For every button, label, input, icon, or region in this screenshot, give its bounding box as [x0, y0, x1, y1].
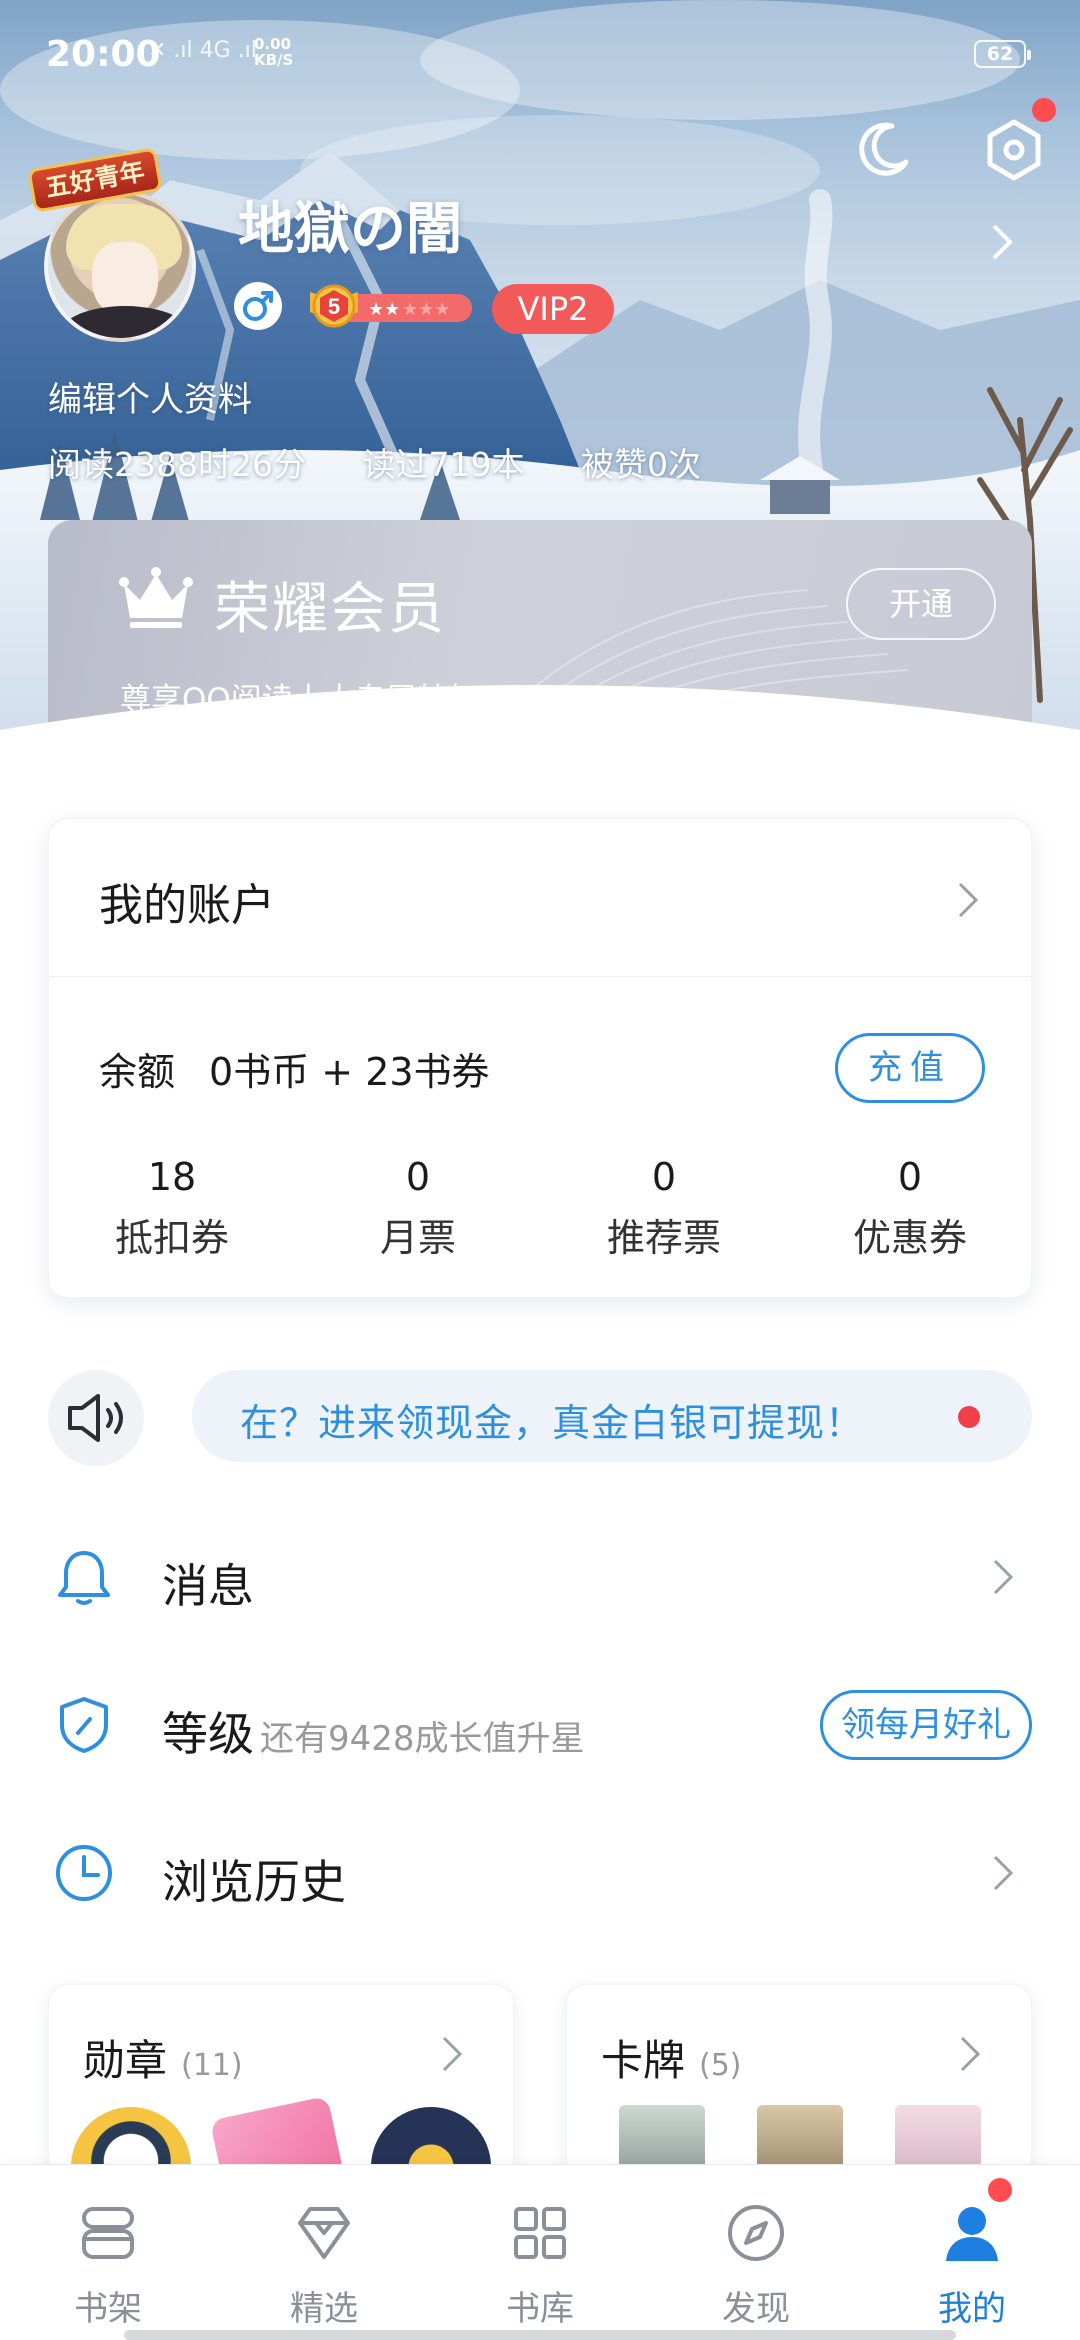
ticket-name: 优惠券	[852, 1216, 967, 1260]
settings-icon[interactable]	[982, 118, 1046, 182]
person-icon	[946, 2207, 998, 2261]
likes-count: 被赞0次	[580, 445, 701, 484]
bookshelf-icon	[82, 2207, 134, 2259]
books-read: 读过719本	[362, 445, 525, 484]
balance-label: 余额	[99, 1050, 176, 1094]
edit-profile-link[interactable]: 编辑个人资料	[48, 372, 252, 421]
crown-icon	[119, 567, 193, 628]
network-speed: 0.00 KB/S	[254, 36, 293, 68]
balance: 余额 0书币 + 23书券	[99, 1041, 490, 1096]
shield-icon	[60, 1697, 108, 1753]
profile-header: 20:00 ✕ .ıl 4G .ıl 0.00 KB/S 62 五好青年 地獄の…	[0, 0, 1080, 760]
tab-label: 书架	[74, 2289, 142, 2329]
chevron-right-icon[interactable]	[990, 222, 1014, 262]
chevron-right-icon	[442, 2036, 463, 2072]
level-number: 5	[328, 294, 340, 319]
tab-label: 精选	[290, 2289, 358, 2329]
ticket-monthly[interactable]: 0 月票	[295, 1155, 541, 1275]
tab-label: 发现	[722, 2289, 790, 2329]
home-indicator[interactable]	[124, 2330, 956, 2340]
promo-text: 在？进来领现金，真金白银可提现！	[240, 1401, 865, 1445]
account-title: 我的账户	[99, 880, 275, 931]
membership-title: 荣耀会员	[214, 577, 446, 642]
tab-label: 我的	[938, 2289, 1006, 2329]
chevron-right-icon	[960, 2036, 981, 2072]
ticket-name: 月票	[379, 1216, 456, 1260]
grid-icon	[514, 2207, 566, 2259]
settings-notification-dot	[1032, 98, 1056, 122]
ticket-deduction[interactable]: 18 抵扣券	[49, 1155, 295, 1275]
night-mode-icon[interactable]	[852, 118, 914, 180]
level-hint: 还有9428成长值升星	[260, 1719, 585, 1759]
avatar-coat	[58, 306, 192, 338]
ticket-recommend[interactable]: 0 推荐票	[541, 1155, 787, 1275]
ticket-value: 0	[405, 1155, 431, 1199]
ticket-name: 抵扣券	[114, 1216, 229, 1260]
ticket-name: 推荐票	[606, 1216, 721, 1260]
diamond-icon	[298, 2207, 350, 2259]
ticket-stats: 18 抵扣券 0 月票 0 推荐票 0 优惠券	[49, 1155, 1033, 1275]
avatar-face	[92, 242, 158, 316]
open-membership-button[interactable]: 开通	[846, 568, 996, 640]
clock-icon	[56, 1845, 112, 1901]
tab-discover[interactable]: 发现	[648, 2165, 864, 2340]
network-speed-unit: KB/S	[254, 51, 294, 69]
svg-text:★★★: ★★★	[402, 299, 450, 320]
cards-count: (5)	[699, 2048, 742, 2083]
profile-page: 20:00 ✕ .ıl 4G .ıl 0.00 KB/S 62 五好青年 地獄の…	[0, 0, 1080, 2340]
chevron-right-icon	[993, 1559, 1014, 1595]
monthly-gift-button[interactable]: 领每月好礼	[820, 1690, 1032, 1760]
cash-promo-banner[interactable]: 在？进来领现金，真金白银可提现！	[192, 1370, 1032, 1462]
speaker-icon[interactable]	[48, 1370, 144, 1466]
ticket-value: 0	[897, 1155, 923, 1199]
male-gender-icon	[234, 282, 282, 330]
status-bar: 20:00 ✕ .ıl 4G .ıl 0.00 KB/S 62	[0, 0, 1080, 110]
tab-mine[interactable]: 我的	[864, 2165, 1080, 2340]
svg-text:★★: ★★	[368, 299, 400, 320]
level-badge[interactable]: 5 ★★ ★★★	[306, 278, 476, 334]
header-curve	[0, 685, 1080, 760]
ticket-value: 0	[651, 1155, 677, 1199]
account-card: 我的账户 余额 0书币 + 23书券 充值 18 抵扣券 0 月票 0 推荐票 0	[48, 818, 1033, 1298]
bell-icon	[58, 1551, 110, 1605]
promo-red-dot	[958, 1406, 980, 1428]
chevron-right-icon	[958, 882, 979, 918]
avatar[interactable]	[44, 190, 196, 342]
battery-icon: 62	[974, 40, 1031, 68]
medals-count: (11)	[181, 2048, 243, 2083]
vip-badge[interactable]: VIP2	[492, 284, 614, 334]
tab-bookshelf[interactable]: 书架	[0, 2165, 216, 2340]
menu-history[interactable]: 浏览历史	[0, 1808, 1080, 1938]
status-time: 20:00	[46, 34, 161, 75]
cards-label: 卡牌	[601, 2036, 686, 2085]
bottom-tab-bar: 书架 精选 书库 发现 我的	[0, 2164, 1080, 2340]
reading-time: 阅读2388时26分	[48, 445, 306, 484]
ticket-coupon[interactable]: 0 优惠券	[787, 1155, 1033, 1275]
medals-label: 勋章	[83, 2036, 168, 2085]
recharge-button[interactable]: 充值	[835, 1033, 985, 1103]
my-account-row[interactable]: 我的账户	[49, 819, 1033, 977]
tab-library[interactable]: 书库	[432, 2165, 648, 2340]
chevron-right-icon	[993, 1855, 1014, 1891]
menu-level[interactable]: 等级 还有9428成长值升星 领每月好礼	[0, 1660, 1080, 1790]
medals-title: 勋章 (11)	[83, 2027, 243, 2088]
tab-featured[interactable]: 精选	[216, 2165, 432, 2340]
tab-label: 书库	[506, 2289, 574, 2329]
menu-messages[interactable]: 消息	[0, 1512, 1080, 1642]
level-label: 等级	[162, 1707, 254, 1761]
menu-label: 消息	[162, 1559, 254, 1613]
tab-mine-notification-dot	[988, 2178, 1012, 2202]
ticket-value: 18	[147, 1155, 197, 1199]
cards-title: 卡牌 (5)	[601, 2027, 742, 2088]
reading-stats: 阅读2388时26分 读过719本 被赞0次	[48, 438, 747, 486]
signal-icon: ✕ .ıl 4G .ıl	[148, 38, 257, 63]
compass-icon	[728, 2205, 784, 2261]
username[interactable]: 地獄の闇	[238, 184, 462, 265]
menu-label: 浏览历史	[162, 1855, 346, 1909]
balance-value: 0书币 + 23书券	[209, 1050, 490, 1094]
menu-label: 等级 还有9428成长值升星	[162, 1698, 585, 1764]
